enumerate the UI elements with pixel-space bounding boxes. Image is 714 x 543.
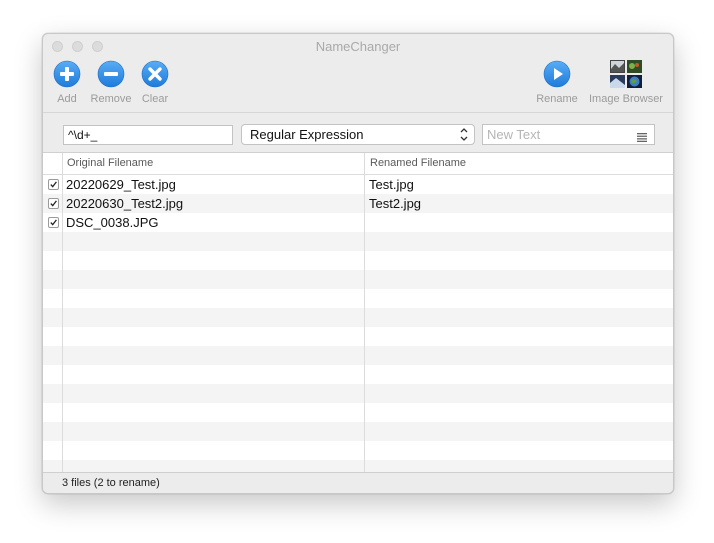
toolbar: Add Remove Clear Rename Image Browser [43, 58, 673, 112]
plus-circle-icon [53, 60, 81, 88]
checkbox-column-divider [62, 153, 63, 472]
rename-label: Rename [536, 93, 578, 105]
status-bar: 3 files (2 to rename) [43, 472, 673, 493]
renamed-filename: Test2.jpg [369, 196, 422, 211]
original-filename: DSC_0038.JPG [66, 215, 159, 230]
new-text-field[interactable]: New Text [482, 124, 655, 145]
empty-row [43, 289, 673, 308]
clear-label: Clear [141, 93, 169, 105]
file-table: Original Filename Renamed Filename 20220… [43, 152, 673, 472]
column-header-original[interactable]: Original Filename [67, 157, 153, 169]
window-title: NameChanger [315, 39, 401, 54]
original-filename: 20220630_Test2.jpg [66, 196, 184, 211]
new-text-placeholder: New Text [487, 127, 541, 142]
empty-row [43, 232, 673, 251]
empty-row [43, 346, 673, 365]
empty-row [43, 270, 673, 289]
original-filename: 20220629_Test.jpg [66, 177, 176, 192]
include-checkbox[interactable] [48, 217, 59, 228]
rename-button[interactable]: Rename [536, 60, 578, 105]
status-text: 3 files (2 to rename) [62, 477, 160, 489]
empty-row [43, 422, 673, 441]
empty-row [43, 308, 673, 327]
table-row[interactable]: 20220629_Test.jpg Test.jpg [43, 175, 673, 194]
empty-row [43, 365, 673, 384]
empty-row [43, 384, 673, 403]
filter-bar: ^\d+_ Regular Expression New Text [43, 112, 673, 152]
include-checkbox[interactable] [48, 179, 59, 190]
mode-select[interactable]: Regular Expression [241, 124, 475, 145]
column-divider[interactable] [364, 153, 365, 472]
table-header: Original Filename Renamed Filename [43, 153, 673, 175]
empty-row [43, 441, 673, 460]
empty-row [43, 460, 673, 472]
x-circle-icon [141, 60, 169, 88]
clear-button[interactable]: Clear [141, 60, 169, 105]
search-input[interactable]: ^\d+_ [63, 125, 233, 145]
empty-row [43, 251, 673, 270]
photo-grid-icon [610, 60, 642, 88]
updown-chevron-icon [458, 126, 470, 143]
image-browser-label: Image Browser [589, 93, 663, 105]
mode-select-value: Regular Expression [250, 127, 364, 142]
table-rows: 20220629_Test.jpg Test.jpg 20220630_Test… [43, 175, 673, 472]
renamed-filename: Test.jpg [369, 177, 414, 192]
add-label: Add [57, 93, 77, 105]
title-bar: NameChanger [43, 34, 673, 58]
empty-row [43, 327, 673, 346]
empty-row [43, 403, 673, 422]
play-circle-icon [543, 60, 571, 88]
minus-circle-icon [97, 60, 125, 88]
image-browser-button[interactable]: Image Browser [586, 60, 666, 105]
include-checkbox[interactable] [48, 198, 59, 209]
namechanger-window: NameChanger Add Remove Clear Rename Imag… [42, 33, 674, 494]
add-button[interactable]: Add [53, 60, 81, 105]
table-row[interactable]: 20220630_Test2.jpg Test2.jpg [43, 194, 673, 213]
remove-button[interactable]: Remove [89, 60, 133, 105]
list-menu-icon[interactable] [637, 130, 647, 142]
table-row[interactable]: DSC_0038.JPG [43, 213, 673, 232]
column-header-renamed[interactable]: Renamed Filename [370, 157, 466, 169]
remove-label: Remove [90, 93, 132, 105]
